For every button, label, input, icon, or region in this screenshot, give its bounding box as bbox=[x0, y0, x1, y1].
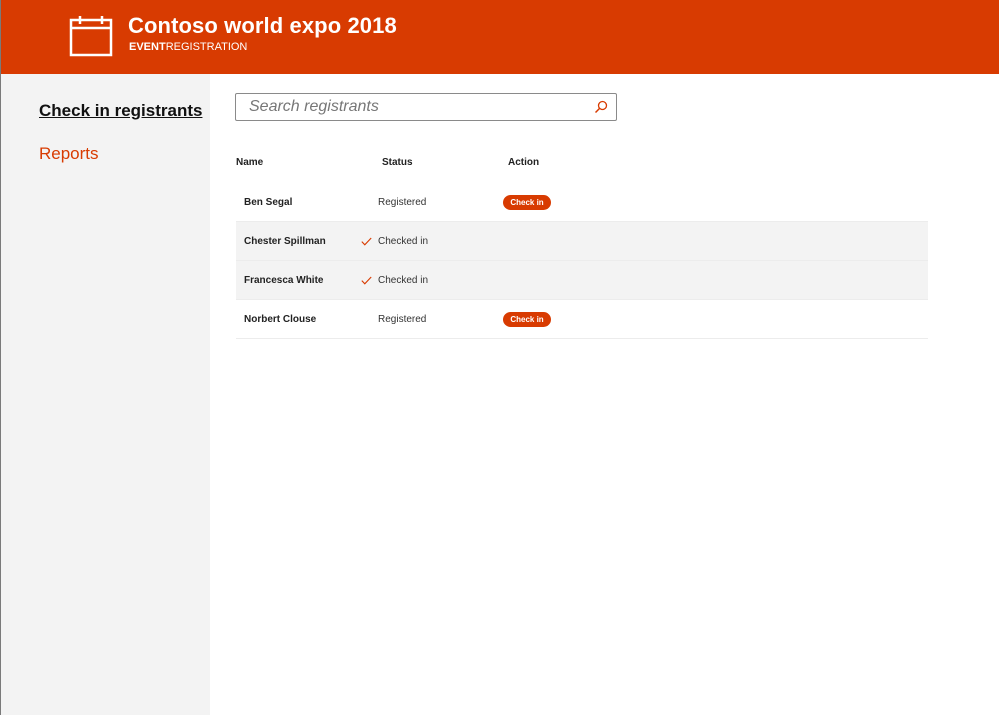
column-header-status: Status bbox=[382, 157, 413, 168]
registrants-table: Ben Segal Registered Check in Chester Sp… bbox=[236, 183, 928, 339]
subtitle-registration: REGISTRATION bbox=[165, 41, 248, 53]
table-row: Chester Spillman Checked in bbox=[236, 222, 928, 261]
app-subtitle: EVENTREGISTRATION bbox=[129, 41, 247, 53]
column-header-name: Name bbox=[236, 157, 264, 168]
search-icon[interactable] bbox=[594, 100, 608, 114]
registrant-name: Chester Spillman bbox=[244, 236, 326, 247]
app-window: Contoso world expo 2018 EVENTREGISTRATIO… bbox=[0, 0, 999, 715]
table-row: Ben Segal Registered Check in bbox=[236, 183, 928, 222]
column-header-action: Action bbox=[508, 157, 540, 168]
table-row: Francesca White Checked in bbox=[236, 261, 928, 300]
search-box bbox=[235, 93, 617, 121]
registrant-status: Checked in bbox=[378, 275, 429, 286]
registrant-status: Registered bbox=[378, 197, 427, 208]
check-in-button[interactable]: Check in bbox=[503, 195, 551, 210]
registrant-status: Registered bbox=[378, 314, 427, 325]
checkmark-icon bbox=[361, 237, 372, 246]
sidebar: Check in registrants Reports bbox=[1, 74, 210, 715]
registrant-name: Francesca White bbox=[244, 275, 324, 286]
registrant-status: Checked in bbox=[378, 236, 429, 247]
table-row: Norbert Clouse Registered Check in bbox=[236, 300, 928, 339]
subtitle-event: EVENT bbox=[129, 41, 166, 53]
calendar-icon bbox=[69, 16, 113, 57]
app-header: Contoso world expo 2018 EVENTREGISTRATIO… bbox=[1, 0, 999, 74]
registrant-name: Norbert Clouse bbox=[244, 314, 317, 325]
sidebar-item-check-in-registrants[interactable]: Check in registrants bbox=[39, 101, 202, 121]
checkmark-icon bbox=[361, 276, 372, 285]
registrant-name: Ben Segal bbox=[244, 197, 293, 208]
search-input[interactable] bbox=[236, 94, 576, 120]
app-title: Contoso world expo 2018 bbox=[128, 13, 397, 38]
sidebar-item-reports[interactable]: Reports bbox=[39, 144, 99, 164]
check-in-button[interactable]: Check in bbox=[503, 312, 551, 327]
